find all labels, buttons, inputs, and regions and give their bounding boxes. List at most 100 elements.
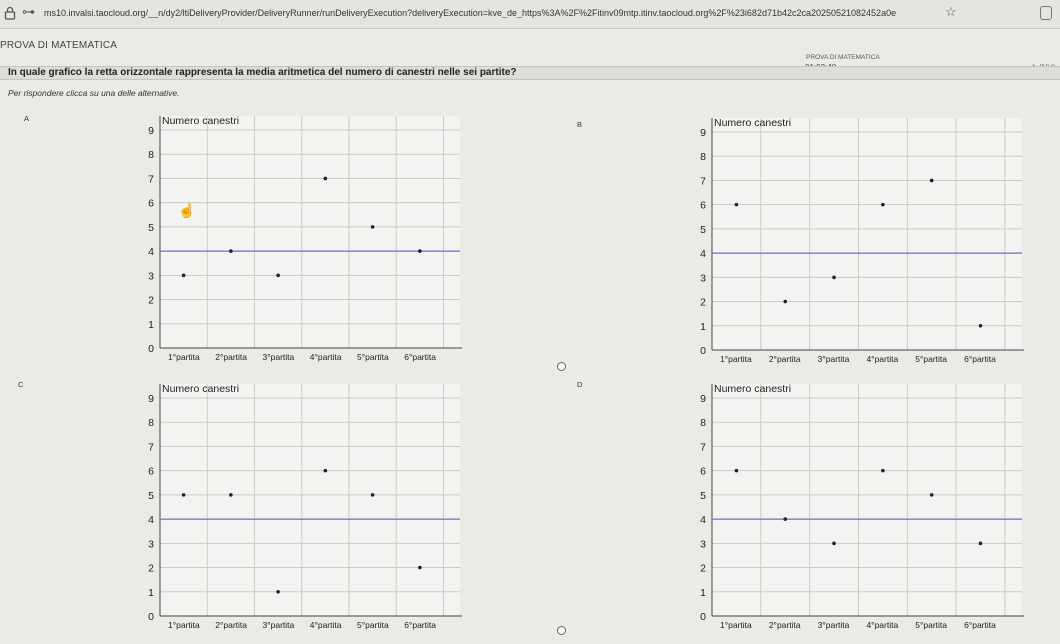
- choice-letter: A: [24, 114, 30, 123]
- x-tick-label: 6°partita: [964, 354, 996, 364]
- plot-area: [712, 118, 1022, 350]
- choice-a[interactable]: A Numero canestri 0 1 2 3 4 5 6 7 8 9 1°partita 2°pa…: [0, 108, 560, 370]
- y-tick-label: 1: [700, 321, 706, 333]
- data-point: [181, 493, 186, 497]
- x-tick-label: 5°partita: [357, 620, 389, 630]
- choice-letter: D: [577, 380, 583, 389]
- key-icon[interactable]: ⊶: [22, 4, 35, 20]
- data-point: [978, 323, 983, 328]
- chart-a: Numero canestri 0 1 2 3 4 5 6 7 8 9 1°partita 2°part…: [148, 115, 462, 362]
- x-tick-label: 4°partita: [866, 620, 898, 630]
- choice-d[interactable]: D Numero canestri 0 1 2 3 4 5 6 7 8 9 1°partita 2°pa…: [565, 376, 1060, 638]
- x-tick-label: 1°partita: [168, 620, 200, 630]
- y-tick-label: 6: [700, 200, 706, 212]
- y-tick-label: 8: [148, 149, 154, 161]
- y-tick-label: 9: [700, 393, 706, 405]
- y-tick-label: 1: [700, 587, 706, 599]
- data-point: [276, 273, 280, 278]
- x-tick-label: 1°partita: [720, 620, 752, 630]
- choice-letter: B: [577, 120, 583, 129]
- data-point: [929, 178, 934, 183]
- y-tick-label: 3: [700, 538, 706, 550]
- browser-address-bar[interactable]: ⊶ ms10.invalsi.taocloud.org/__n/dy2/ltiD…: [0, 0, 1060, 29]
- y-tick-label: 3: [700, 272, 706, 284]
- data-point: [229, 493, 233, 497]
- y-tick-label: 7: [148, 441, 154, 453]
- data-point: [229, 249, 233, 253]
- y-tick-label: 2: [148, 563, 154, 575]
- x-tick-label: 1°partita: [720, 354, 752, 364]
- y-tick-label: 7: [700, 175, 706, 187]
- choice-letter: C: [18, 380, 24, 389]
- data-point: [370, 225, 375, 229]
- y-tick-label: 6: [700, 466, 706, 478]
- question-bar: In quale grafico la retta orizzontale ra…: [0, 66, 1060, 80]
- data-point: [323, 468, 328, 473]
- y-tick-label: 6: [148, 466, 154, 478]
- x-tick-label: 3°partita: [818, 620, 850, 630]
- data-point: [783, 299, 788, 304]
- y-tick-label: 2: [700, 297, 706, 309]
- data-point: [783, 517, 788, 521]
- y-tick-label: 7: [148, 173, 154, 185]
- x-tick-label: 1°partita: [168, 352, 200, 362]
- y-tick-label: 4: [700, 514, 706, 526]
- y-tick-label: 5: [148, 490, 154, 502]
- y-tick-label: 3: [148, 270, 154, 282]
- lock-icon: [4, 6, 16, 20]
- y-tick-label: 8: [148, 417, 154, 429]
- test-name: PROVA DI MATEMATICA: [806, 54, 880, 61]
- y-tick-label: 6: [148, 198, 154, 210]
- data-point: [881, 202, 885, 207]
- choice-c[interactable]: C Numero canestri 0 1 2 3 4 5 6 7 8 9 1°partita 2°pa…: [0, 376, 560, 638]
- data-point: [734, 202, 739, 207]
- plot-area: [160, 116, 460, 348]
- y-tick-label: 0: [700, 611, 706, 623]
- instruction-text: Per rispondere clicca su una delle alter…: [8, 88, 180, 98]
- data-point: [832, 275, 836, 280]
- y-tick-label: 1: [148, 319, 154, 331]
- chart-c: Numero canestri 0 1 2 3 4 5 6 7 8 9 1°partita 2°part…: [148, 383, 462, 630]
- y-tick-label: 4: [148, 246, 154, 258]
- choice-b[interactable]: B Numero canestri 0 1 2 3 4 5 6 7 8 9 1°partita 2°pa…: [565, 110, 1060, 372]
- chart-b: Numero canestri 0 1 2 3 4 5 6 7 8 9 1°partita 2°part…: [700, 117, 1024, 364]
- y-tick-label: 5: [148, 222, 154, 234]
- x-tick-label: 6°partita: [404, 620, 436, 630]
- data-point: [181, 273, 186, 278]
- url-text[interactable]: ms10.invalsi.taocloud.org/__n/dy2/ltiDel…: [44, 8, 904, 18]
- extension-icon[interactable]: [1040, 6, 1052, 20]
- star-icon[interactable]: ☆: [945, 4, 957, 20]
- y-tick-label: 4: [148, 514, 154, 526]
- y-axis-title: Numero canestri: [714, 117, 791, 129]
- y-tick-label: 0: [148, 611, 154, 623]
- x-tick-label: 3°partita: [818, 354, 850, 364]
- x-tick-label: 6°partita: [964, 620, 996, 630]
- x-tick-label: 2°partita: [769, 354, 801, 364]
- x-tick-label: 3°partita: [262, 352, 294, 362]
- y-tick-label: 9: [148, 393, 154, 405]
- x-tick-label: 3°partita: [262, 620, 294, 630]
- x-tick-label: 2°partita: [215, 352, 247, 362]
- hand-cursor-icon: ☝: [178, 202, 196, 218]
- data-point: [832, 541, 836, 546]
- y-tick-label: 4: [700, 248, 706, 260]
- y-tick-label: 8: [700, 151, 706, 163]
- chart-d: Numero canestri 0 1 2 3 4 5 6 7 8 9 1°partita 2°part…: [700, 383, 1024, 630]
- x-tick-label: 5°partita: [915, 620, 947, 630]
- y-axis-title: Numero canestri: [162, 115, 239, 127]
- y-tick-label: 5: [700, 224, 706, 236]
- x-tick-label: 2°partita: [769, 620, 801, 630]
- x-tick-label: 5°partita: [357, 352, 389, 362]
- data-point: [418, 249, 422, 253]
- plot-area: [712, 384, 1022, 616]
- data-point: [929, 493, 934, 497]
- x-tick-label: 2°partita: [215, 620, 247, 630]
- y-tick-label: 5: [700, 490, 706, 502]
- y-tick-label: 3: [148, 538, 154, 550]
- x-tick-label: 5°partita: [915, 354, 947, 364]
- app-title: PROVA DI MATEMATICA: [0, 40, 118, 51]
- data-point: [978, 541, 983, 546]
- y-tick-label: 2: [700, 563, 706, 575]
- radio-choice-d[interactable]: [557, 626, 566, 635]
- plot-area: [160, 384, 460, 616]
